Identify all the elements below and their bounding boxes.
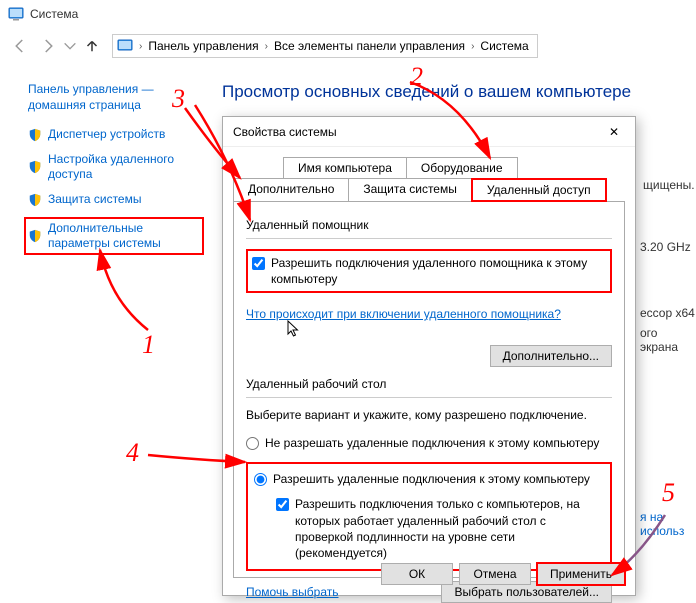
system-protection-label: Защита системы <box>48 192 141 207</box>
remote-settings-label: Настройка удаленного доступа <box>48 152 200 182</box>
advanced-settings-label: Дополнительные параметры системы <box>48 221 200 251</box>
nla-label: Разрешить подключения только с компьютер… <box>295 496 604 561</box>
window-title: Система <box>30 7 78 21</box>
shield-icon <box>28 193 42 207</box>
tab-hardware[interactable]: Оборудование <box>406 157 518 178</box>
bg-text: ессор x64 <box>640 306 695 320</box>
breadcrumb-control-panel[interactable]: Панель управления <box>144 37 262 55</box>
dialog-tabs: Имя компьютера Оборудование Дополнительн… <box>233 157 625 201</box>
system-properties-dialog: Свойства системы ✕ Имя компьютера Оборуд… <box>222 116 636 596</box>
allow-remote-assistance-checkbox[interactable] <box>252 257 265 270</box>
annotation-number-1: 1 <box>142 330 155 360</box>
sidebar-item-device-manager[interactable]: Диспетчер устройств <box>28 127 200 142</box>
sidebar-item-remote-settings[interactable]: Настройка удаленного доступа <box>28 152 200 182</box>
up-button[interactable] <box>78 32 106 60</box>
nla-checkbox[interactable] <box>276 498 289 511</box>
rdp-deny-radio[interactable] <box>246 437 259 450</box>
page-heading: Просмотр основных сведений о вашем компь… <box>222 82 684 102</box>
sidebar-item-advanced-settings[interactable]: Дополнительные параметры системы <box>24 217 204 255</box>
annotation-number-4: 4 <box>126 438 139 468</box>
back-button[interactable] <box>6 32 34 60</box>
device-manager-label: Диспетчер устройств <box>48 127 165 142</box>
explorer-navbar: › Панель управления › Все элементы панел… <box>0 28 696 64</box>
rdp-deny-row: Не разрешать удаленные подключения к это… <box>246 436 612 450</box>
ok-button[interactable]: ОК <box>381 563 453 585</box>
dialog-button-row: ОК Отмена Применить <box>381 563 625 585</box>
dialog-titlebar: Свойства системы ✕ <box>223 117 635 147</box>
close-button[interactable]: ✕ <box>603 123 625 141</box>
dialog-title: Свойства системы <box>233 125 337 139</box>
tab-protection[interactable]: Защита системы <box>348 178 471 201</box>
system-icon <box>8 6 24 22</box>
sidebar-item-system-protection[interactable]: Защита системы <box>28 192 200 207</box>
cancel-button[interactable]: Отмена <box>459 563 531 585</box>
bg-text: ого экрана <box>640 326 696 354</box>
bg-text: щищены. <box>643 178 695 192</box>
breadcrumb-system[interactable]: Система <box>476 37 532 55</box>
rdp-deny-label: Не разрешать удаленные подключения к это… <box>265 436 599 450</box>
rdp-allow-label: Разрешить удаленные подключения к этому … <box>273 472 590 486</box>
apply-button[interactable]: Применить <box>537 563 625 585</box>
annotation-number-2: 2 <box>410 62 423 92</box>
breadcrumb-all-items[interactable]: Все элементы панели управления <box>270 37 469 55</box>
window-titlebar: Система <box>0 0 696 28</box>
tab-advanced[interactable]: Дополнительно <box>233 178 349 201</box>
chevron-right-icon[interactable]: › <box>137 41 144 52</box>
recent-dropdown[interactable] <box>62 32 78 60</box>
bg-link[interactable]: я на использ <box>640 510 696 538</box>
help-choose-link[interactable]: Помочь выбрать <box>246 585 339 599</box>
shield-icon <box>28 160 42 174</box>
forward-button[interactable] <box>34 32 62 60</box>
cursor-icon <box>287 320 301 338</box>
remote-assistance-header: Удаленный помощник <box>246 218 612 232</box>
shield-icon <box>28 128 42 142</box>
bg-text: 3.20 GHz <box>640 240 691 254</box>
rdp-allow-radio[interactable] <box>254 473 267 486</box>
remote-panel: Удаленный помощник Разрешить подключения… <box>233 201 625 578</box>
allow-remote-assistance-row: Разрешить подключения удаленного помощни… <box>246 249 612 293</box>
tab-remote[interactable]: Удаленный доступ <box>471 178 607 202</box>
assistance-advanced-button[interactable]: Дополнительно... <box>490 345 612 367</box>
chevron-right-icon[interactable]: › <box>263 41 270 52</box>
shield-icon <box>28 229 42 243</box>
rdp-allow-group: Разрешить удаленные подключения к этому … <box>246 462 612 571</box>
tab-computer-name[interactable]: Имя компьютера <box>283 157 407 178</box>
annotation-number-5: 5 <box>662 478 675 508</box>
allow-remote-assistance-label: Разрешить подключения удаленного помощни… <box>271 255 606 287</box>
breadcrumb-bar[interactable]: › Панель управления › Все элементы панел… <box>112 34 538 58</box>
annotation-number-3: 3 <box>172 84 185 114</box>
chevron-right-icon[interactable]: › <box>469 41 476 52</box>
remote-desktop-header: Удаленный рабочий стол <box>246 377 612 391</box>
system-path-icon <box>117 38 133 54</box>
rdp-instruction: Выберите вариант и укажите, кому разреше… <box>246 408 612 422</box>
